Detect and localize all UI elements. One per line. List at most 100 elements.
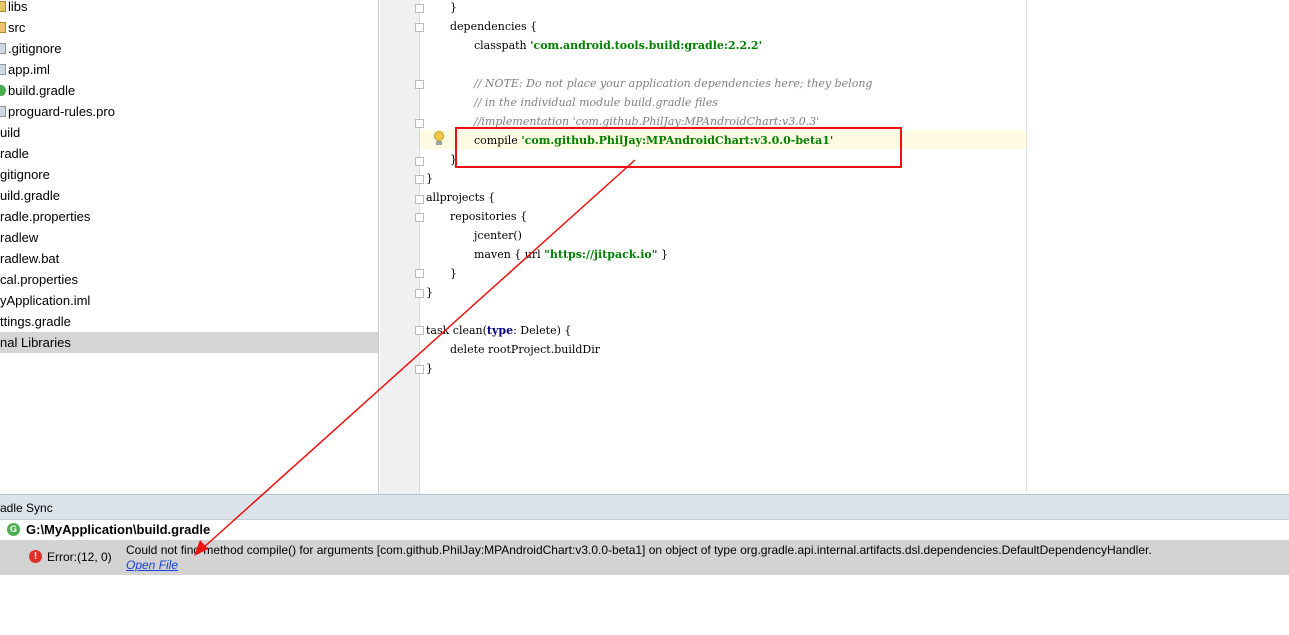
error-location: Error:(12, 0): [47, 550, 112, 564]
code-token: }: [657, 248, 668, 261]
tree-item[interactable]: uild: [0, 122, 378, 143]
error-icon: !: [29, 550, 42, 563]
code-line: repositories {: [450, 207, 527, 226]
code-line: allprojects {: [426, 188, 495, 207]
tree-item-label: nal Libraries: [0, 335, 71, 350]
code-token: repositories {: [450, 210, 528, 223]
error-text: Could not find method compile() for argu…: [126, 543, 1152, 557]
code-token: }: [426, 172, 433, 185]
fold-marker-icon[interactable]: [415, 175, 424, 184]
fold-marker-icon[interactable]: [415, 269, 424, 278]
tree-item[interactable]: yApplication.iml: [0, 290, 378, 311]
code-token: // NOTE: Do not place your application d…: [474, 77, 873, 90]
sync-error-message[interactable]: ! Error:(12, 0) Could not find method co…: [0, 540, 1289, 575]
tree-item[interactable]: proguard-rules.pro: [0, 101, 378, 122]
code-token: // in the individual module build.gradle…: [474, 96, 718, 109]
tree-item-label: proguard-rules.pro: [8, 104, 115, 119]
tree-item[interactable]: build.gradle: [0, 80, 378, 101]
code-line: }: [450, 0, 457, 17]
code-token: jcenter(): [474, 229, 522, 242]
file-icon: [0, 64, 6, 75]
code-line: // NOTE: Do not place your application d…: [474, 74, 872, 93]
tree-item[interactable]: radlew: [0, 227, 378, 248]
tree-item[interactable]: src: [0, 17, 378, 38]
tree-item-label: build.gradle: [8, 83, 76, 98]
code-token: dependencies {: [450, 20, 538, 33]
code-token: maven { url: [474, 248, 545, 261]
tree-item-label: radlew.bat: [0, 251, 60, 266]
code-line: }: [450, 264, 457, 283]
ide-window: libs src .gitignore app.iml build.gradle prog…: [0, 0, 1289, 635]
code-line: maven { url "https://jitpack.io" }: [474, 245, 668, 264]
tree-item[interactable]: .gitignore: [0, 38, 378, 59]
code-line: }: [426, 283, 433, 302]
tree-item-label: uild: [0, 125, 21, 140]
code-token: delete rootProject.buildDir: [450, 343, 601, 356]
sync-file-node[interactable]: G G:\MyApplication\build.gradle: [0, 520, 1289, 539]
code-editor[interactable]: } dependencies { classpath 'com.android.to…: [380, 0, 1289, 494]
tree-item[interactable]: app.iml: [0, 59, 378, 80]
lightbulb-icon[interactable]: [433, 131, 445, 145]
tree-item-label: src: [8, 20, 26, 35]
open-file-link[interactable]: Open File: [126, 558, 178, 573]
folder-icon: [0, 1, 6, 12]
code-line: dependencies {: [450, 17, 537, 36]
fold-marker-icon[interactable]: [415, 4, 424, 13]
file-icon: [0, 43, 6, 54]
tree-item-label: yApplication.iml: [0, 293, 91, 308]
tree-item-label: radle: [0, 146, 29, 161]
gradle-sync-title: adle Sync: [0, 501, 53, 515]
tree-item-label: cal.properties: [0, 272, 79, 287]
gradle-sync-tab-header[interactable]: adle Sync: [0, 494, 1289, 520]
fold-marker-icon[interactable]: [415, 289, 424, 298]
tree-item[interactable]: cal.properties: [0, 269, 378, 290]
code-token: allprojects {: [426, 191, 496, 204]
right-margin-guide: [1026, 0, 1027, 494]
folder-icon: [0, 22, 6, 33]
code-line: delete rootProject.buildDir: [450, 340, 600, 359]
fold-marker-icon[interactable]: [415, 195, 424, 204]
code-token: }: [426, 286, 433, 299]
code-token: task clean(: [426, 324, 487, 337]
code-token: 'com.android.tools.build:gradle:2.2.2': [530, 39, 762, 52]
tree-item[interactable]: radle.properties: [0, 206, 378, 227]
code-token: }: [450, 1, 457, 14]
code-token: }: [450, 267, 457, 280]
code-token: type: [486, 324, 514, 337]
tree-item[interactable]: ttings.gradle: [0, 311, 378, 332]
tree-item[interactable]: gitignore: [0, 164, 378, 185]
fold-marker-icon[interactable]: [415, 119, 424, 128]
code-line: task clean(type: Delete) {: [426, 321, 571, 340]
annotation-highlight-box: [455, 127, 902, 168]
code-line: // in the individual module build.gradle…: [474, 93, 718, 112]
fold-marker-icon[interactable]: [415, 326, 424, 335]
fold-marker-icon[interactable]: [415, 213, 424, 222]
fold-marker-icon[interactable]: [415, 23, 424, 32]
code-token: "https://jitpack.io": [544, 248, 658, 261]
tree-item-label: .gitignore: [8, 41, 62, 56]
fold-marker-icon[interactable]: [415, 365, 424, 374]
tree-item[interactable]: libs: [0, 0, 378, 17]
gradle-sync-messages: G G:\MyApplication\build.gradle ! Error:…: [0, 520, 1289, 635]
fold-marker-icon[interactable]: [415, 80, 424, 89]
tree-item-label: uild.gradle: [0, 188, 60, 203]
tree-item-label: radlew: [0, 230, 39, 245]
code-line: }: [426, 359, 433, 378]
tree-item-label: gitignore: [0, 167, 50, 182]
tree-item[interactable]: nal Libraries: [0, 332, 378, 353]
tree-item[interactable]: uild.gradle: [0, 185, 378, 206]
code-token: }: [426, 362, 433, 375]
file-icon: [0, 106, 6, 117]
tree-item-label: libs: [8, 0, 28, 14]
fold-marker-icon[interactable]: [415, 157, 424, 166]
tree-item-label: radle.properties: [0, 209, 91, 224]
code-line: jcenter(): [474, 226, 522, 245]
tree-item[interactable]: radle: [0, 143, 378, 164]
project-tree-panel: libs src .gitignore app.iml build.gradle prog…: [0, 0, 379, 494]
tree-item-label: ttings.gradle: [0, 314, 71, 329]
tree-item[interactable]: radlew.bat: [0, 248, 378, 269]
code-token: : Delete) {: [513, 324, 572, 337]
code-line: }: [426, 169, 433, 188]
editor-gutter: [380, 0, 420, 494]
code-token: classpath: [474, 39, 531, 52]
